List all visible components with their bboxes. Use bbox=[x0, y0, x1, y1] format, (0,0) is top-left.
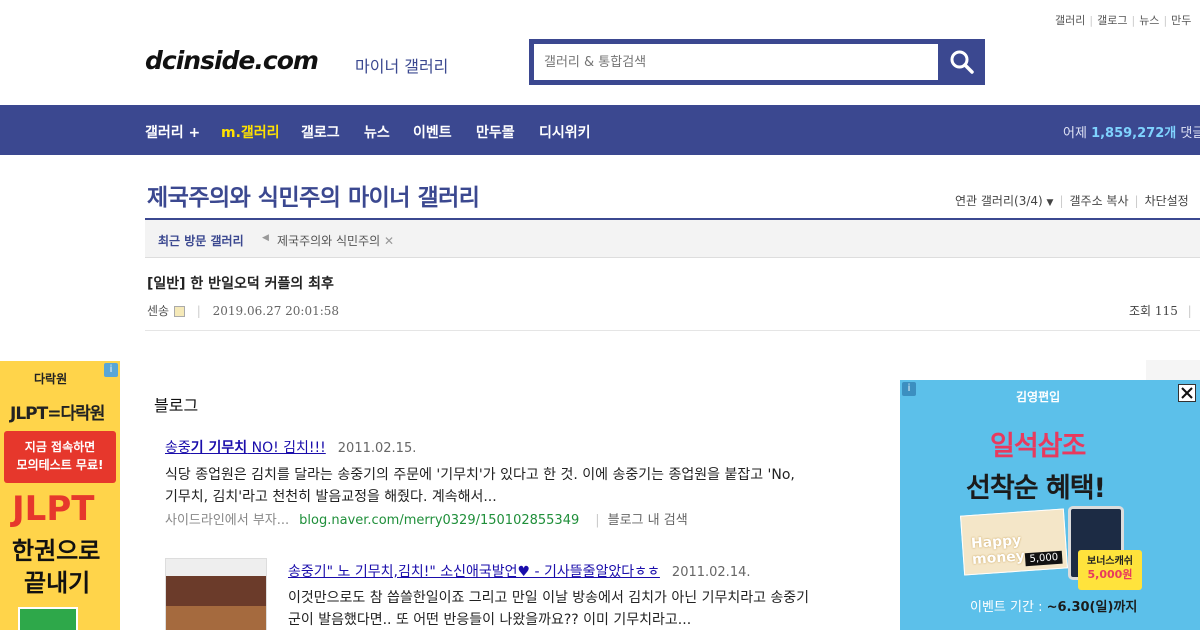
blog-result-1-source[interactable]: 사이드라인에서 부자... bbox=[165, 513, 289, 528]
close-icon[interactable]: ✕ bbox=[384, 234, 394, 248]
bonus-cash-badge: 보너스캐쉬 5,000원 bbox=[1078, 550, 1142, 590]
post-title: [일반] 한 반일오덕 커플의 최후 bbox=[147, 276, 334, 292]
blog-result-1-title[interactable]: 송중기 기무치 NO! 김치!!! bbox=[165, 440, 326, 456]
right-ad-banner[interactable]: i 김영편입 일석삼조 선착순 혜택! Happy money 5,000 보너… bbox=[900, 380, 1200, 630]
post-meta: 센송 | 2019.06.27 20:01:58 bbox=[147, 304, 340, 318]
book-image bbox=[18, 607, 78, 630]
ad-red-line2: 모의테스트 무료! bbox=[16, 458, 104, 472]
ad-brand: 다락원 bbox=[34, 372, 68, 386]
nav-gallog[interactable]: 갤로그 bbox=[301, 122, 340, 142]
recent-visit-item-label[interactable]: 제국주의와 식민주의 bbox=[277, 234, 380, 248]
views-count: 115 bbox=[1154, 304, 1178, 318]
user-badge-icon bbox=[173, 306, 185, 317]
bonus-label: 보너스캐쉬 bbox=[1087, 556, 1133, 567]
post-author[interactable]: 센송 bbox=[147, 304, 169, 318]
event-period: 이벤트 기간 : ~6.30(일)까지 bbox=[970, 600, 1138, 615]
side-strip bbox=[1146, 360, 1200, 380]
nav-stat: 어제 1,859,272개 댓글 bbox=[1063, 122, 1200, 141]
gallery-title[interactable]: 제국주의와 식민주의 마이너 갤러리 bbox=[147, 178, 480, 212]
nav-m-gallery[interactable]: m.갤러리 bbox=[221, 122, 280, 142]
blog-result-1-date: 2011.02.15. bbox=[337, 441, 417, 456]
blog-result-1-desc-line1: 식당 종업원은 김치를 달라는 송중기의 주문에 '기무치'가 있다고 한 것.… bbox=[165, 467, 795, 483]
related-gallery-button[interactable]: 연관 갤러리(3/4) ▼ bbox=[955, 194, 1053, 208]
ad-info-icon[interactable]: i bbox=[902, 382, 916, 396]
stat-value: 1,859,272개 bbox=[1091, 126, 1177, 141]
gallery-tools: 연관 갤러리(3/4) ▼ | 갤주소 복사 | 차단설정 bbox=[955, 194, 1189, 208]
nav-gallery[interactable]: 갤러리 + bbox=[145, 122, 200, 142]
nav-mandumall[interactable]: 만두몰 bbox=[476, 122, 515, 142]
left-ad-banner[interactable]: i 다락원 JLPT=다락원 지금 접속하면 모의테스트 무료! JLPT 한권… bbox=[0, 361, 120, 630]
stat-label: 어제 bbox=[1063, 126, 1087, 141]
util-link-gallery[interactable]: 갤러리 bbox=[1055, 14, 1085, 27]
ad-title-1: 일석삼조 bbox=[990, 431, 1086, 462]
views-label: 조회 bbox=[1129, 304, 1152, 318]
blog-result-2-title-row: 송중기" 노 기무치,김치!" 소신애국발언♥ - 기사뜰줄알았다ㅎㅎ 2011.… bbox=[288, 560, 751, 585]
caret-down-icon: ▼ bbox=[1046, 198, 1054, 208]
site-logo[interactable]: dcinside.com bbox=[145, 46, 319, 75]
copy-address-button[interactable]: 갤주소 복사 bbox=[1070, 194, 1129, 208]
util-link-mandu[interactable]: 만두 bbox=[1171, 14, 1191, 27]
blog-result-2-date: 2011.02.14. bbox=[671, 565, 751, 580]
ad-line1: 한권으로 bbox=[12, 537, 101, 565]
recent-visit-bar: 최근 방문 갤러리 ◀ 제국주의와 식민주의 ✕ bbox=[145, 220, 1200, 258]
post-views: 조회 115 | bbox=[1129, 304, 1192, 318]
ad-brand: 김영편입 bbox=[1016, 390, 1061, 404]
top-util-links: 갤러리 | 갤로그 | 뉴스 | 만두 bbox=[1055, 14, 1192, 27]
post-divider bbox=[145, 330, 1200, 331]
section-label-blog: 블로그 bbox=[154, 396, 199, 415]
blog-result-2-desc-line2: 군이 발음했다면.. 또 어떤 반응들이 나왔을까요?? 이미 기무치라고... bbox=[288, 612, 692, 628]
ad-title-2: 선착순 혜택! bbox=[966, 473, 1106, 504]
blog-result-2-thumbnail[interactable] bbox=[165, 558, 267, 630]
bonus-amount: 5,000원 bbox=[1087, 568, 1133, 581]
recent-visit-item: 제국주의와 식민주의 ✕ bbox=[277, 232, 394, 249]
arrow-left-icon[interactable]: ◀ bbox=[262, 233, 269, 243]
blog-result-2-desc-line1: 이것만으로도 참 씁쓸한일이죠 그리고 만일 이날 방송에서 김치가 아닌 기무… bbox=[288, 590, 810, 606]
ad-close-button[interactable] bbox=[1178, 384, 1196, 402]
ad-red-box: 지금 접속하면 모의테스트 무료! bbox=[4, 431, 116, 483]
util-link-gallog[interactable]: 갤로그 bbox=[1097, 14, 1127, 27]
nav-news[interactable]: 뉴스 bbox=[364, 122, 390, 142]
stat-suffix: 댓글 bbox=[1180, 126, 1200, 141]
ad-headline: JLPT=다락원 bbox=[10, 404, 105, 424]
recent-visit-label[interactable]: 최근 방문 갤러리 bbox=[158, 232, 244, 249]
ad-big-text: JLPT bbox=[12, 489, 95, 529]
blog-result-2-title[interactable]: 송중기" 노 기무치,김치!" 소신애국발언♥ - 기사뜰줄알았다ㅎㅎ bbox=[288, 564, 660, 580]
gift-card-value: 5,000 bbox=[1025, 550, 1063, 567]
search-button[interactable] bbox=[939, 39, 985, 85]
blog-inner-search-link[interactable]: | 블로그 내 검색 bbox=[595, 513, 687, 528]
search-box bbox=[529, 39, 985, 85]
close-icon bbox=[1181, 387, 1193, 399]
ad-info-icon[interactable]: i bbox=[104, 363, 118, 377]
ad-red-line1: 지금 접속하면 bbox=[24, 440, 96, 454]
blog-result-1-title-row: 송중기 기무치 NO! 김치!!! 2011.02.15. bbox=[165, 436, 416, 461]
search-input[interactable] bbox=[534, 44, 938, 80]
nav-event[interactable]: 이벤트 bbox=[413, 122, 452, 142]
blog-result-1-source-row: 사이드라인에서 부자... blog.naver.com/merry0329/15… bbox=[165, 508, 688, 533]
logo-subtitle[interactable]: 마이너 갤러리 bbox=[355, 53, 448, 77]
block-settings-button[interactable]: 차단설정 bbox=[1145, 194, 1189, 208]
main-nav: 갤러리 + m.갤러리 갤로그 뉴스 이벤트 만두몰 디시위키 어제 1,859… bbox=[0, 105, 1200, 155]
nav-dcwiki[interactable]: 디시위키 bbox=[539, 122, 591, 142]
gift-card-image: Happy money 5,000 bbox=[960, 508, 1068, 576]
search-icon bbox=[950, 50, 974, 74]
related-gallery-label: 연관 갤러리(3/4) bbox=[955, 194, 1043, 208]
post-date: 2019.06.27 20:01:58 bbox=[212, 304, 340, 318]
blog-result-1-desc-line2: 기무치, 김치'라고 천천히 발음교정을 해줬다. 계속해서... bbox=[165, 489, 497, 505]
util-link-news[interactable]: 뉴스 bbox=[1139, 14, 1159, 27]
blog-result-1-url[interactable]: blog.naver.com/merry0329/150102855349 bbox=[299, 513, 579, 528]
ad-line2: 끝내기 bbox=[24, 569, 91, 597]
